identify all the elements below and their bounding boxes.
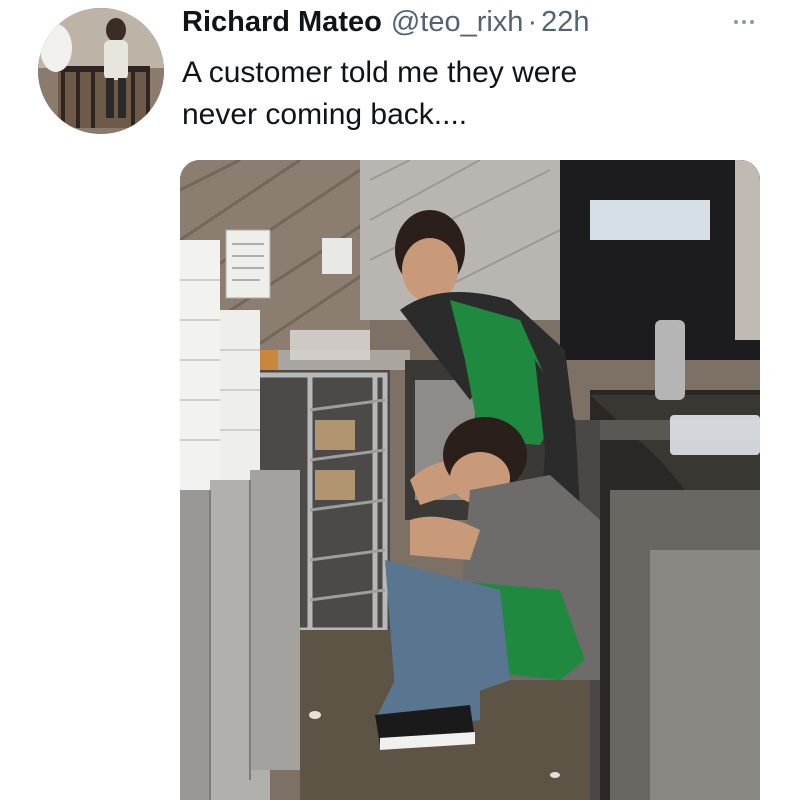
- tweet: Richard Mateo @teo_rixh · 22h A customer…: [0, 0, 800, 800]
- user-handle[interactable]: @teo_rixh: [391, 2, 524, 42]
- photo: [180, 160, 760, 800]
- separator-dot: ·: [527, 6, 538, 38]
- display-name[interactable]: Richard Mateo: [182, 2, 382, 42]
- timestamp[interactable]: 22h: [541, 2, 589, 42]
- tweet-text: A customer told me they were never comin…: [182, 56, 578, 131]
- avatar[interactable]: [38, 8, 164, 134]
- more-options-icon[interactable]: [722, 8, 766, 36]
- avatar-photo: [38, 8, 164, 134]
- tweet-header: Richard Mateo @teo_rixh · 22h: [182, 2, 590, 42]
- tweet-media-photo[interactable]: [180, 160, 760, 800]
